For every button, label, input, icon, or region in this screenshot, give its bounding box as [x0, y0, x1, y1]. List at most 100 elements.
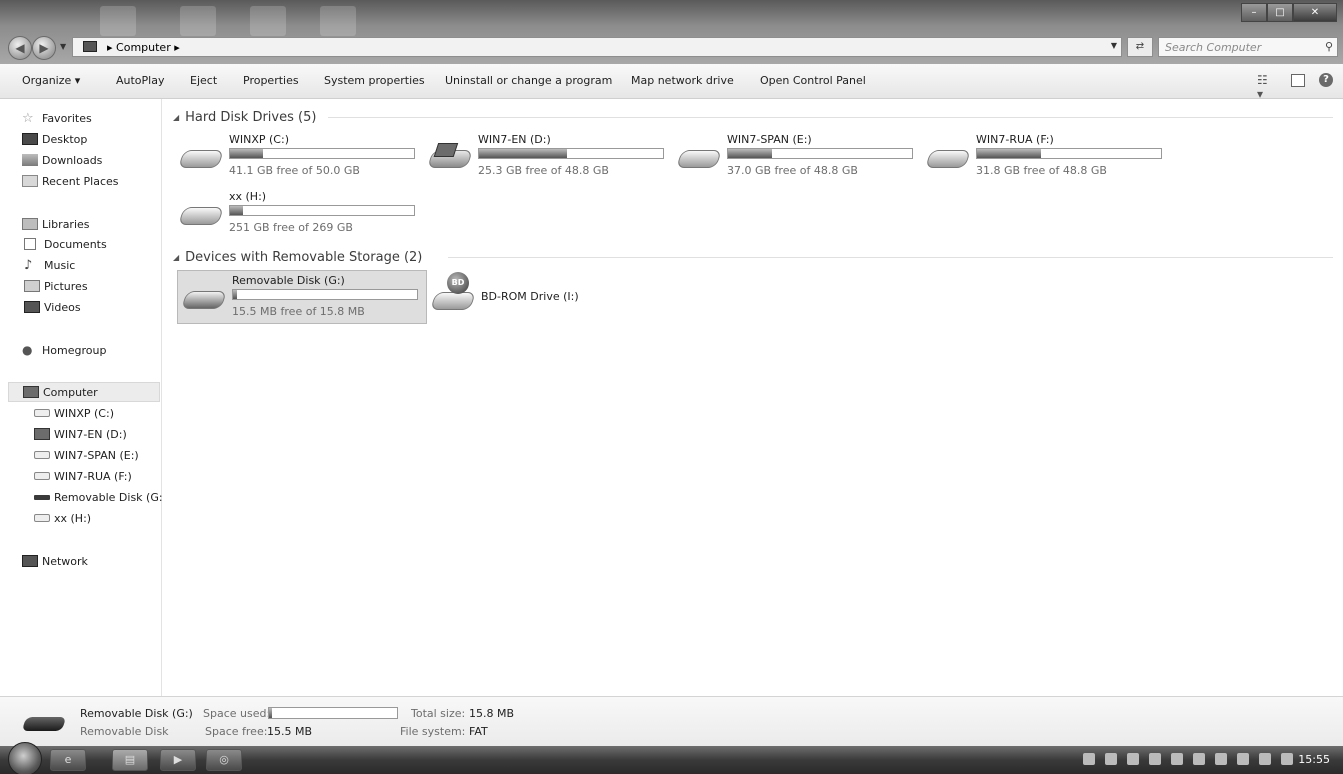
- sidebar-item-videos[interactable]: Videos: [24, 297, 81, 317]
- open-control-panel-button[interactable]: Open Control Panel: [760, 74, 866, 87]
- sidebar-item-libraries[interactable]: Libraries: [22, 214, 90, 234]
- sidebar-item-downloads[interactable]: Downloads: [22, 150, 102, 170]
- aero-reflection: [180, 6, 216, 36]
- bd-disc-icon: BD: [447, 272, 469, 294]
- group-header-hard-disk-drives[interactable]: ◢ Hard Disk Drives (5): [173, 108, 316, 126]
- drive-free-space: 41.1 GB free of 50.0 GB: [229, 164, 360, 177]
- sidebar-label: Libraries: [42, 217, 90, 231]
- sidebar-item-computer[interactable]: Computer: [8, 382, 160, 402]
- app-tray-icon[interactable]: [1215, 753, 1227, 765]
- taskbar-media-player[interactable]: ▶: [160, 749, 196, 771]
- sidebar-item-network[interactable]: Network: [22, 551, 88, 571]
- eject-button[interactable]: Eject: [190, 74, 217, 87]
- network-tray-icon[interactable]: [1259, 753, 1271, 765]
- group-divider: [328, 117, 1333, 118]
- sidebar-item-drive-h[interactable]: xx (H:): [34, 508, 91, 528]
- back-button[interactable]: ◀: [8, 36, 32, 60]
- drive-tile-f[interactable]: WIN7-RUA (F:) 31.8 GB free of 48.8 GB: [922, 130, 1172, 184]
- navigation-buttons: ◀ ▶ ▼: [8, 36, 66, 60]
- aero-reflection: [320, 6, 356, 36]
- uninstall-program-button[interactable]: Uninstall or change a program: [445, 74, 612, 87]
- app-tray-icon[interactable]: [1149, 753, 1161, 765]
- drive-tile-e[interactable]: WIN7-SPAN (E:) 37.0 GB free of 48.8 GB: [673, 130, 923, 184]
- drive-usage-fill: [977, 149, 1042, 158]
- app-tray-icon[interactable]: [1193, 753, 1205, 765]
- total-size-label: Total size:: [411, 707, 466, 720]
- navigation-pane: ☆ Favorites Desktop Downloads Recent Plac…: [0, 99, 167, 696]
- sidebar-item-drive-e[interactable]: WIN7-SPAN (E:): [34, 445, 139, 465]
- search-icon[interactable]: ⚲: [1325, 40, 1333, 53]
- removable-disk-icon: [181, 291, 227, 309]
- details-drive-name: Removable Disk (G:): [80, 707, 193, 720]
- app-tray-icon[interactable]: [1171, 753, 1183, 765]
- minimize-button[interactable]: –: [1241, 3, 1267, 22]
- sidebar-item-documents[interactable]: Documents: [24, 234, 107, 254]
- address-history-dropdown[interactable]: ▼: [1111, 41, 1117, 50]
- drive-tile-h[interactable]: xx (H:) 251 GB free of 269 GB: [175, 187, 425, 241]
- start-button[interactable]: [8, 742, 42, 774]
- group-divider: [448, 257, 1333, 258]
- app-tray-icon[interactable]: [1105, 753, 1117, 765]
- hard-drive-icon: [178, 207, 224, 225]
- autoplay-button[interactable]: AutoPlay: [116, 74, 164, 87]
- file-system-label: File system:: [400, 725, 466, 738]
- sidebar-item-recent-places[interactable]: Recent Places: [22, 171, 119, 191]
- space-used-label: Space used:: [203, 707, 271, 720]
- drive-usage-bar: [727, 148, 913, 159]
- sidebar-item-drive-c[interactable]: WINXP (C:): [34, 403, 114, 423]
- sidebar-item-drive-d[interactable]: WIN7-EN (D:): [34, 424, 127, 444]
- sidebar-label: Desktop: [42, 132, 88, 146]
- keyboard-icon[interactable]: [1083, 753, 1095, 765]
- pictures-icon: [24, 280, 40, 292]
- app-tray-icon[interactable]: [1127, 753, 1139, 765]
- sidebar-label: Computer: [43, 385, 98, 399]
- drive-tile-i[interactable]: BD BD-ROM Drive (I:): [427, 270, 677, 324]
- recent-pages-dropdown[interactable]: ▼: [60, 42, 66, 51]
- file-system-value: FAT: [469, 725, 488, 738]
- maximize-button[interactable]: □: [1267, 3, 1293, 22]
- address-bar[interactable]: ▸ Computer ▸ ▼: [72, 37, 1122, 57]
- command-bar: Organize ▾ AutoPlay Eject Properties Sys…: [0, 64, 1343, 101]
- optical-drive-icon: [430, 292, 476, 310]
- taskbar-app[interactable]: ◎: [206, 749, 242, 771]
- drive-usage-bar: [478, 148, 664, 159]
- breadcrumb-computer[interactable]: Computer: [116, 41, 171, 54]
- internet-explorer-icon: e: [64, 753, 72, 766]
- refresh-button[interactable]: ⇄: [1127, 37, 1153, 57]
- drive-usage-fill: [728, 149, 773, 158]
- breadcrumb: ▸ Computer ▸: [107, 41, 180, 54]
- sidebar-item-favorites[interactable]: ☆ Favorites: [22, 108, 92, 128]
- drive-name: WIN7-EN (D:): [478, 133, 551, 146]
- search-input[interactable]: [1165, 40, 1315, 54]
- sidebar-item-pictures[interactable]: Pictures: [24, 276, 88, 296]
- sidebar-item-homegroup[interactable]: ● Homegroup: [22, 340, 106, 360]
- close-button[interactable]: ✕: [1293, 3, 1337, 22]
- sidebar-item-desktop[interactable]: Desktop: [22, 129, 87, 149]
- refresh-icon: ⇄: [1135, 41, 1145, 52]
- group-header-removable-storage[interactable]: ◢ Devices with Removable Storage (2): [173, 248, 422, 266]
- clock[interactable]: 15:55: [1298, 753, 1330, 766]
- system-properties-button[interactable]: System properties: [324, 74, 425, 87]
- help-icon[interactable]: ?: [1319, 73, 1333, 87]
- drive-usage-fill: [230, 206, 243, 215]
- sidebar-item-music[interactable]: ♪ Music: [24, 255, 75, 275]
- drive-tile-g[interactable]: Removable Disk (G:) 15.5 MB free of 15.8…: [177, 270, 427, 324]
- drive-tile-c[interactable]: WINXP (C:) 41.1 GB free of 50.0 GB: [175, 130, 425, 184]
- sidebar-item-drive-g[interactable]: Removable Disk (G:): [34, 487, 167, 507]
- drive-tile-d[interactable]: WIN7-EN (D:) 25.3 GB free of 48.8 GB: [424, 130, 674, 184]
- details-pane: Removable Disk (G:) Removable Disk Space…: [0, 696, 1343, 746]
- taskbar-windows-explorer[interactable]: ▤: [112, 749, 148, 771]
- forward-button[interactable]: ▶: [32, 36, 56, 60]
- sidebar-item-drive-f[interactable]: WIN7-RUA (F:): [34, 466, 132, 486]
- libraries-icon: [22, 218, 38, 230]
- change-view-icon[interactable]: ☷ ▾: [1257, 73, 1277, 101]
- power-icon[interactable]: [1237, 753, 1249, 765]
- taskbar-internet-explorer[interactable]: e: [50, 749, 86, 771]
- preview-pane-icon[interactable]: [1291, 73, 1305, 87]
- organize-button[interactable]: Organize ▾: [22, 74, 80, 87]
- details-drive-type: Removable Disk: [80, 725, 169, 738]
- volume-icon[interactable]: [1281, 753, 1293, 765]
- properties-button[interactable]: Properties: [243, 74, 299, 87]
- map-network-drive-button[interactable]: Map network drive: [631, 74, 734, 87]
- drive-name: WINXP (C:): [229, 133, 289, 146]
